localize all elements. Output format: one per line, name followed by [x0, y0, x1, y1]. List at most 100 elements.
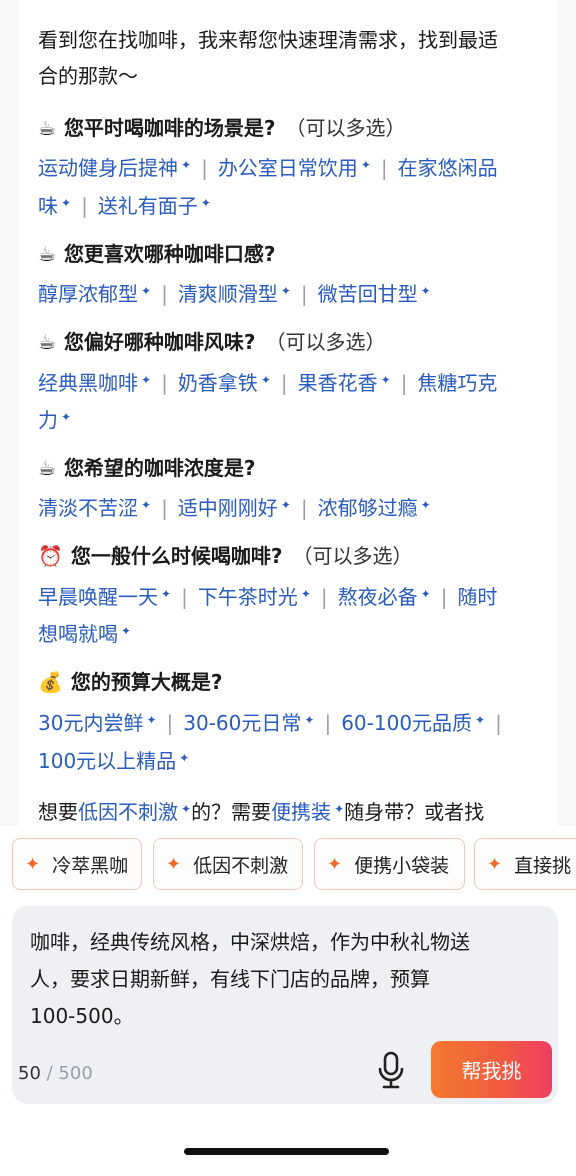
option-link[interactable]: 浓郁够过瘾: [318, 496, 418, 520]
sparkle-icon: ✦: [420, 498, 431, 512]
option-link[interactable]: 果香花香: [298, 371, 378, 395]
question-5: ⏰ 您一般什么时候喝咖啡? （可以多选）: [38, 543, 413, 569]
separator: |: [201, 156, 208, 180]
microphone-icon[interactable]: [374, 1050, 408, 1090]
intro-text-line-2: 合的那款～: [38, 64, 138, 88]
sparkle-icon: ✦: [25, 853, 41, 875]
option-link[interactable]: 经典黑咖啡: [38, 371, 138, 395]
options-row: 经典黑咖啡 ✦ | 奶香拿铁 ✦ | 果香花香 ✦ | 焦糖巧克: [38, 367, 497, 396]
option-link[interactable]: 100元以上精品: [38, 749, 176, 773]
options-row: 想喝就喝 ✦: [38, 618, 131, 647]
sparkle-icon: ✦: [179, 751, 190, 765]
quick-reply-chip[interactable]: ✦ 直接挑: [474, 838, 576, 890]
option-link[interactable]: 30-60元日常: [183, 711, 301, 735]
option-link[interactable]: 下午茶时光: [198, 585, 298, 609]
question-note: （可以多选）: [265, 330, 386, 354]
option-link[interactable]: 60-100元品质: [341, 711, 472, 735]
option-link[interactable]: 在家悠闲品: [398, 156, 498, 180]
options-row: 醇厚浓郁型 ✦ | 清爽顺滑型 ✦ | 微苦回甘型 ✦: [38, 278, 431, 307]
option-link[interactable]: 味: [38, 194, 58, 218]
sparkle-icon: ✦: [420, 587, 431, 601]
separator: |: [181, 585, 188, 609]
option-link[interactable]: 力: [38, 408, 58, 432]
options-row: 清淡不苦涩 ✦ | 适中刚刚好 ✦ | 浓郁够过瘾 ✦: [38, 492, 431, 521]
option-link[interactable]: 清爽顺滑型: [178, 282, 278, 306]
closing-text-line: 想要低因不刺激 ✦的？需要便携装 ✦随身带？或者找: [38, 796, 484, 825]
option-link[interactable]: 送礼有面子: [98, 194, 198, 218]
question-title: 您偏好哪种咖啡风味?: [63, 330, 256, 354]
option-link[interactable]: 适中刚刚好: [178, 496, 278, 520]
quick-reply-label: 低因不刺激: [193, 854, 289, 877]
option-link[interactable]: 随时: [457, 585, 497, 609]
option-link[interactable]: 早晨唤醒一天: [38, 585, 158, 609]
sparkle-icon: ✦: [61, 196, 72, 210]
options-row: 运动健身后提神 ✦ | 办公室日常饮用 ✦ | 在家悠闲品: [38, 152, 498, 181]
sparkle-icon: ✦: [334, 802, 345, 816]
quick-reply-chip[interactable]: ✦ 便携小袋装: [314, 838, 465, 890]
option-link[interactable]: 办公室日常饮用: [218, 156, 358, 180]
sparkle-icon: ✦: [141, 498, 152, 512]
option-link[interactable]: 想喝就喝: [38, 622, 118, 646]
question-title: 您更喜欢哪种咖啡口感?: [63, 242, 276, 266]
question-2: ☕ 您更喜欢哪种咖啡口感?: [38, 241, 276, 267]
separator: |: [320, 585, 328, 609]
sparkle-icon: ✦: [161, 587, 172, 601]
separator: |: [166, 711, 174, 735]
coffee-icon: ☕: [38, 116, 56, 140]
coffee-icon: ☕: [38, 456, 56, 480]
option-link[interactable]: 清淡不苦涩: [38, 496, 138, 520]
sparkle-icon: ✦: [475, 713, 486, 727]
option-link[interactable]: 熬夜必备: [338, 585, 418, 609]
closing-text: 想要: [38, 800, 78, 824]
option-link-low-caffeine[interactable]: 低因不刺激: [78, 800, 178, 824]
quick-reply-label: 冷萃黑咖: [52, 854, 129, 877]
send-button[interactable]: 帮我挑: [431, 1041, 552, 1098]
alarm-clock-icon: ⏰: [38, 544, 63, 568]
question-1: ☕ 您平时喝咖啡的场景是? （可以多选）: [38, 115, 406, 141]
quick-reply-label: 直接挑: [514, 854, 572, 877]
sparkle-icon: ✦: [61, 410, 72, 424]
option-link[interactable]: 醇厚浓郁型: [38, 282, 138, 306]
options-row: 早晨唤醒一天 ✦ | 下午茶时光 ✦ | 熬夜必备 ✦ | 随时: [38, 581, 497, 610]
option-link[interactable]: 运动健身后提神: [38, 156, 178, 180]
sparkle-icon: ✦: [200, 196, 211, 210]
closing-text: 的？需要: [191, 800, 272, 824]
options-row: 100元以上精品 ✦: [38, 745, 189, 774]
chat-scroll-area[interactable]: 看到您在找咖啡，我来帮您快速理清需求，找到最适 合的那款～ ☕ 您平时喝咖啡的场景…: [0, 0, 576, 826]
character-limit: 500: [58, 1063, 93, 1084]
option-link[interactable]: 奶香拿铁: [178, 371, 258, 395]
message-input-line: 人，要求日期新鲜，有线下门店的品牌，预算: [30, 967, 430, 991]
option-link[interactable]: 30元内尝鲜: [38, 711, 143, 735]
separator: |: [300, 496, 308, 520]
question-title: 您平时喝咖啡的场景是?: [63, 116, 276, 140]
sparkle-icon: ✦: [300, 587, 311, 601]
sparkle-icon: ✦: [260, 373, 271, 387]
message-input[interactable]: 咖啡，经典传统风格，中深烘焙，作为中秋礼物送 人，要求日期新鲜，有线下门店的品牌…: [30, 924, 530, 1035]
option-link[interactable]: 焦糖巧克: [417, 371, 497, 395]
coffee-icon: ☕: [38, 242, 56, 266]
quick-reply-row[interactable]: ✦ 冷萃黑咖 ✦ 低因不刺激 ✦ 便携小袋装 ✦ 直接挑: [0, 826, 576, 898]
intro-text-line-1: 看到您在找咖啡，我来帮您快速理清需求，找到最适: [38, 28, 498, 52]
question-note: （可以多选）: [285, 116, 406, 140]
message-input-line: 100-500。: [30, 1004, 134, 1028]
separator: |: [280, 371, 288, 395]
sparkle-icon: ✦: [141, 373, 152, 387]
money-bag-icon: 💰: [38, 670, 63, 694]
sparkle-icon: ✦: [181, 158, 192, 172]
quick-reply-chip[interactable]: ✦ 低因不刺激: [153, 838, 303, 890]
message-input-line: 咖啡，经典传统风格，中深烘焙，作为中秋礼物送: [30, 930, 470, 954]
sparkle-icon: ✦: [420, 284, 431, 298]
separator: |: [161, 282, 168, 306]
options-row: 30元内尝鲜 ✦ | 30-60元日常 ✦ | 60-100元品质 ✦ |: [38, 707, 512, 736]
separator: |: [161, 371, 168, 395]
quick-reply-label: 便携小袋装: [354, 854, 450, 877]
option-link[interactable]: 微苦回甘型: [318, 282, 418, 306]
character-count: 50: [18, 1063, 41, 1084]
separator: |: [81, 194, 88, 218]
home-indicator[interactable]: [184, 1148, 389, 1155]
separator: |: [400, 371, 408, 395]
quick-reply-chip[interactable]: ✦ 冷萃黑咖: [12, 838, 142, 890]
question-title: 您一般什么时候喝咖啡?: [70, 544, 283, 568]
sparkle-icon: ✦: [141, 284, 152, 298]
option-link-portable[interactable]: 便携装: [271, 800, 331, 824]
